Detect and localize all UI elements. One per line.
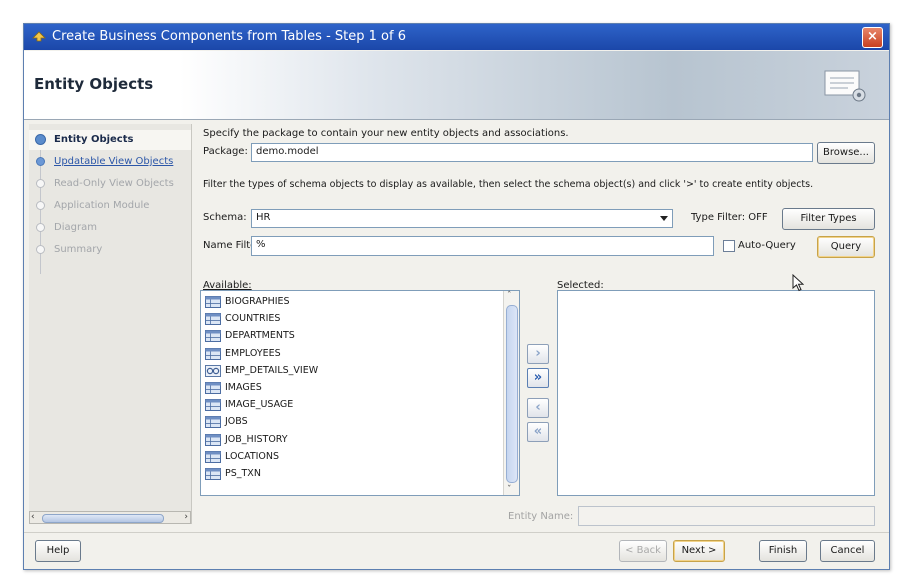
table-icon bbox=[205, 313, 221, 326]
help-button[interactable]: Help bbox=[35, 540, 81, 562]
nav-step-read-only-view-objects: Read-Only View Objects bbox=[29, 174, 191, 194]
wizard-banner-icon bbox=[824, 70, 866, 102]
window-title: Create Business Components from Tables -… bbox=[52, 29, 406, 44]
cancel-button[interactable]: Cancel bbox=[820, 540, 875, 562]
schema-value: HR bbox=[256, 212, 271, 223]
list-item-label: EMPLOYEES bbox=[225, 347, 281, 359]
current-step-icon bbox=[35, 134, 46, 145]
list-item-label: PS_TXN bbox=[225, 468, 261, 479]
step-icon bbox=[36, 179, 45, 188]
scroll-up-icon[interactable]: ˆ bbox=[507, 291, 512, 301]
selected-list[interactable] bbox=[557, 290, 875, 496]
filter-types-button[interactable]: Filter Types bbox=[782, 208, 875, 230]
filter-hint-text: Filter the types of schema objects to di… bbox=[203, 179, 814, 190]
nav-step-summary: Summary bbox=[29, 240, 191, 260]
nav-step-application-module: Application Module bbox=[29, 196, 191, 216]
browse-button[interactable]: Browse... bbox=[817, 142, 875, 164]
auto-query-label: Auto-Query bbox=[738, 240, 796, 251]
available-list-scrollbar[interactable]: ˆ ˇ bbox=[503, 291, 519, 495]
list-item-label: JOBS bbox=[225, 416, 248, 428]
nav-step-updatable-view-objects[interactable]: Updatable View Objects bbox=[29, 152, 191, 172]
step-icon bbox=[36, 223, 45, 232]
footer-divider bbox=[24, 532, 889, 533]
available-list[interactable]: BIOGRAPHIES COUNTRIES DEPARTMENTS EMPLOYEES… bbox=[200, 290, 520, 496]
nav-step-label: Updatable View Objects bbox=[54, 156, 174, 167]
package-label: Package: bbox=[203, 146, 248, 157]
list-item-label: COUNTRIES bbox=[225, 313, 281, 325]
next-button[interactable]: Next > bbox=[673, 540, 725, 562]
wizard-step-nav: Entity Objects Updatable View Objects Re… bbox=[29, 124, 192, 524]
nav-step-entity-objects[interactable]: Entity Objects bbox=[29, 130, 191, 150]
entity-name-label: Entity Name: bbox=[508, 511, 574, 522]
table-icon bbox=[205, 382, 221, 394]
table-icon bbox=[205, 399, 221, 412]
wizard-dialog: Create Business Components from Tables -… bbox=[23, 23, 890, 570]
table-icon bbox=[205, 468, 221, 480]
schema-select[interactable]: HR bbox=[251, 209, 673, 228]
nav-step-label: Entity Objects bbox=[54, 134, 134, 145]
nav-step-label: Summary bbox=[54, 244, 103, 255]
scrollbar-thumb[interactable] bbox=[42, 514, 164, 523]
back-button[interactable]: < Back bbox=[619, 540, 667, 562]
name-filter-field[interactable]: % bbox=[251, 236, 714, 256]
table-icon bbox=[205, 416, 221, 429]
list-item-label: IMAGE_USAGE bbox=[225, 399, 294, 411]
list-item-label: JOB_HISTORY bbox=[225, 433, 288, 445]
query-button[interactable]: Query bbox=[817, 236, 875, 258]
list-item-label: LOCATIONS bbox=[225, 450, 280, 462]
remove-selected-button[interactable]: ‹ bbox=[527, 398, 549, 418]
list-item-label: IMAGES bbox=[225, 382, 262, 393]
schema-label: Schema: bbox=[203, 212, 247, 223]
nav-step-label: Read-Only View Objects bbox=[54, 178, 174, 189]
nav-step-label: Diagram bbox=[54, 222, 97, 233]
package-field[interactable]: demo.model bbox=[251, 143, 813, 162]
table-icon bbox=[205, 433, 221, 446]
step-icon bbox=[36, 201, 45, 210]
type-filter-status: Type Filter: OFF bbox=[691, 212, 768, 223]
list-item-label: DEPARTMENTS bbox=[225, 330, 295, 342]
intro-text: Specify the package to contain your new … bbox=[203, 128, 569, 139]
table-icon bbox=[205, 330, 221, 343]
table-icon bbox=[205, 450, 221, 463]
nav-horizontal-scrollbar[interactable]: ‹ › bbox=[29, 511, 191, 524]
add-all-button[interactable]: » bbox=[527, 368, 549, 388]
mouse-pointer-icon bbox=[792, 274, 804, 292]
page-title: Entity Objects bbox=[34, 75, 154, 93]
jdev-app-icon bbox=[32, 31, 46, 42]
view-icon bbox=[205, 364, 221, 377]
close-button[interactable]: × bbox=[862, 27, 883, 48]
table-icon bbox=[205, 347, 221, 360]
add-selected-button[interactable]: › bbox=[527, 344, 549, 364]
step-icon bbox=[36, 157, 45, 166]
scrollbar-thumb[interactable] bbox=[506, 305, 518, 483]
scroll-right-icon[interactable]: › bbox=[184, 512, 188, 522]
step-icon bbox=[36, 245, 45, 254]
table-icon bbox=[205, 296, 221, 308]
title-bar[interactable]: Create Business Components from Tables -… bbox=[24, 24, 889, 50]
scroll-left-icon[interactable]: ‹ bbox=[31, 512, 35, 522]
chevron-down-icon[interactable] bbox=[660, 216, 668, 221]
header-banner: Entity Objects bbox=[24, 51, 889, 120]
nav-step-diagram: Diagram bbox=[29, 218, 191, 238]
nav-step-label: Application Module bbox=[54, 200, 150, 211]
scroll-down-icon[interactable]: ˇ bbox=[507, 485, 512, 495]
finish-button[interactable]: Finish bbox=[759, 540, 807, 562]
list-item-label: BIOGRAPHIES bbox=[225, 296, 290, 307]
list-item-label: EMP_DETAILS_VIEW bbox=[225, 364, 319, 376]
entity-name-field[interactable] bbox=[578, 506, 875, 526]
auto-query-checkbox[interactable] bbox=[723, 240, 735, 252]
remove-all-button[interactable]: « bbox=[527, 422, 549, 442]
